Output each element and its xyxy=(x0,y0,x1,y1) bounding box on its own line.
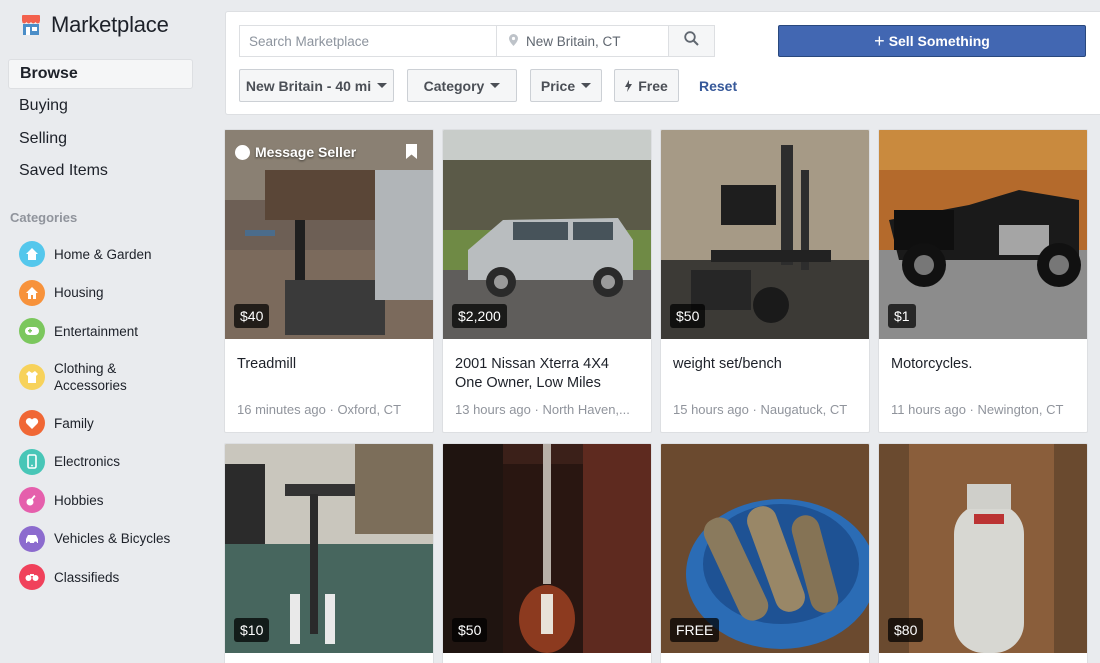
search-icon xyxy=(684,31,699,51)
listing-card[interactable]: FREE xyxy=(660,443,870,663)
listing-price: $1 xyxy=(888,304,916,328)
messenger-icon xyxy=(235,144,250,160)
location-pin-icon xyxy=(509,33,518,49)
listing-title: weight set/bench xyxy=(673,356,782,372)
listing-card[interactable]: $50 xyxy=(442,443,652,663)
listing-card[interactable]: $10 xyxy=(224,443,434,663)
sidebar: Marketplace Browse Buying Selling Saved … xyxy=(0,0,210,663)
listing-meta: 16 minutes ago · Oxford, CT xyxy=(237,402,402,417)
listing-price: $2,200 xyxy=(452,304,507,328)
category-label: Entertainment xyxy=(54,323,139,339)
category-electronics[interactable]: Electronics xyxy=(19,442,204,481)
listing-title: Treadmill xyxy=(237,356,297,372)
price-filter-label: Price xyxy=(540,77,576,94)
listing-photo: FREE xyxy=(661,444,869,653)
chevron-down-icon xyxy=(490,83,501,88)
listing-photo: $1 xyxy=(879,130,1087,339)
house-icon xyxy=(19,279,45,306)
shirt-icon xyxy=(19,364,45,391)
listing-price: $50 xyxy=(452,618,488,642)
listing-card[interactable]: Message Seller $40 Treadmill 16 minutes … xyxy=(224,129,434,433)
radius-filter[interactable]: New Britain - 40 mi xyxy=(239,69,394,102)
nav-selling[interactable]: Selling xyxy=(8,124,193,154)
listing-photo: $2,200 xyxy=(443,130,651,339)
sell-something-button[interactable]: + Sell Something xyxy=(778,25,1086,57)
free-filter[interactable]: Free xyxy=(614,69,679,102)
nav-saved-items[interactable]: Saved Items xyxy=(8,156,193,186)
message-seller-overlay[interactable]: Message Seller xyxy=(235,144,356,160)
sidebar-nav: Browse Buying Selling Saved Items xyxy=(8,59,193,189)
categories-heading: Categories xyxy=(10,210,78,225)
home-icon xyxy=(19,241,45,268)
radius-filter-label: New Britain - 40 mi xyxy=(245,77,372,94)
nav-buying[interactable]: Buying xyxy=(8,91,193,121)
nav-browse[interactable]: Browse xyxy=(8,59,193,89)
category-classifieds[interactable]: Classifieds xyxy=(19,558,204,597)
listing-price: $40 xyxy=(234,304,270,328)
brand[interactable]: Marketplace xyxy=(20,12,169,38)
category-filter[interactable]: Category xyxy=(407,69,517,102)
category-list: Home & Garden Housing Entertainment Clot… xyxy=(19,235,204,597)
listing-meta: 15 hours ago · Naugatuck, CT xyxy=(673,402,848,417)
category-label: Hobbies xyxy=(54,492,104,508)
message-seller-label: Message Seller xyxy=(255,144,357,160)
reset-link[interactable]: Reset xyxy=(699,78,737,94)
listing-price: $80 xyxy=(888,618,924,642)
listing-meta: 11 hours ago · Newington, CT xyxy=(891,402,1064,417)
category-housing[interactable]: Housing xyxy=(19,274,204,313)
search-filter-panel: New Britain, CT + Sell Something New Bri… xyxy=(225,11,1100,115)
search-button[interactable] xyxy=(669,26,714,56)
listing-title: Motorcycles. xyxy=(891,356,973,372)
category-label: Clothing & Accessories xyxy=(54,361,127,394)
sell-button-label: Sell Something xyxy=(888,33,990,49)
location-field[interactable]: New Britain, CT xyxy=(497,26,669,56)
listing-price: $10 xyxy=(234,618,270,642)
chevron-down-icon xyxy=(377,83,388,88)
category-label: Housing xyxy=(54,285,104,301)
category-hobbies[interactable]: Hobbies xyxy=(19,481,204,520)
category-clothing[interactable]: Clothing & Accessories xyxy=(19,351,204,404)
listing-price: FREE xyxy=(670,618,720,642)
category-family[interactable]: Family xyxy=(19,404,204,443)
lightning-icon xyxy=(625,79,633,92)
price-filter[interactable]: Price xyxy=(530,69,602,102)
category-label: Family xyxy=(54,415,94,431)
free-filter-label: Free xyxy=(638,77,668,94)
category-label: Electronics xyxy=(54,454,121,470)
category-entertainment[interactable]: Entertainment xyxy=(19,312,204,351)
gamepad-icon xyxy=(19,318,45,345)
search-bar: New Britain, CT xyxy=(239,25,715,57)
listing-photo: $50 xyxy=(661,130,869,339)
listing-photo: $10 xyxy=(225,444,433,653)
listing-meta: 13 hours ago · North Haven,... xyxy=(455,402,630,417)
listing-photo: $80 xyxy=(879,444,1087,653)
shop-icon xyxy=(20,14,42,36)
heart-icon xyxy=(19,410,45,437)
category-label: Home & Garden xyxy=(54,246,152,262)
chevron-down-icon xyxy=(581,83,592,88)
car-icon xyxy=(19,525,45,552)
category-filter-label: Category xyxy=(423,77,485,94)
classifieds-icon xyxy=(19,564,45,591)
listing-card[interactable]: $50 weight set/bench 15 hours ago · Naug… xyxy=(660,129,870,433)
listing-card[interactable]: $80 xyxy=(878,443,1088,663)
location-value: New Britain, CT xyxy=(526,33,621,49)
category-vehicles[interactable]: Vehicles & Bicycles xyxy=(19,520,204,559)
brand-title: Marketplace xyxy=(51,12,169,37)
listing-price: $50 xyxy=(670,304,706,328)
listing-photo: $50 xyxy=(443,444,651,653)
category-label: Classifieds xyxy=(54,569,120,585)
listing-card[interactable]: $2,200 2001 Nissan Xterra 4X4 One Owner,… xyxy=(442,129,652,433)
search-input[interactable] xyxy=(240,26,497,56)
plus-icon: + xyxy=(874,31,885,51)
listing-title: 2001 Nissan Xterra 4X4 One Owner, Low Mi… xyxy=(455,356,609,391)
phone-icon xyxy=(19,448,45,475)
guitar-icon xyxy=(19,487,45,514)
listing-photo: Message Seller $40 xyxy=(225,130,433,339)
category-home-garden[interactable]: Home & Garden xyxy=(19,235,204,274)
listing-card[interactable]: $1 Motorcycles. 11 hours ago · Newington… xyxy=(878,129,1088,433)
category-label: Vehicles & Bicycles xyxy=(54,531,171,547)
